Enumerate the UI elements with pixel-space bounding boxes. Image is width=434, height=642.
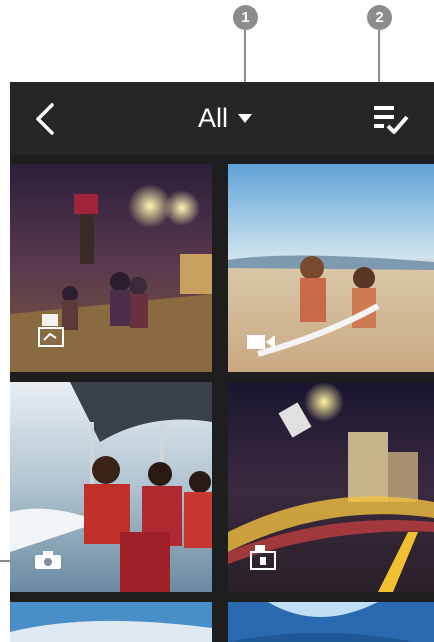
callout-2: 2 <box>367 5 392 30</box>
time-lapse-icon <box>250 545 276 570</box>
time-lapse-icon <box>38 314 64 347</box>
chevron-left-icon[interactable] <box>30 102 60 136</box>
filter-label: All <box>198 102 229 133</box>
grid-tile-city-night[interactable] <box>228 382 434 592</box>
video-camera-icon <box>247 335 275 349</box>
underwater-image <box>228 602 434 642</box>
caret-down-icon <box>238 113 253 123</box>
filter-dropdown[interactable]: All <box>198 100 253 136</box>
top-bar: All <box>10 82 434 155</box>
sky-image <box>10 602 212 642</box>
grid-tile-boat-group[interactable] <box>10 382 212 592</box>
camera-icon <box>35 551 61 569</box>
callout-1: 1 <box>233 5 258 30</box>
album-screen: All <box>10 82 434 642</box>
grid-tile-night-street[interactable] <box>10 164 212 372</box>
grid-tile-sky[interactable] <box>10 602 212 642</box>
multi-select-icon[interactable] <box>372 104 410 136</box>
grid-tile-beach-couple[interactable] <box>228 164 434 372</box>
grid-tile-underwater[interactable] <box>228 602 434 642</box>
